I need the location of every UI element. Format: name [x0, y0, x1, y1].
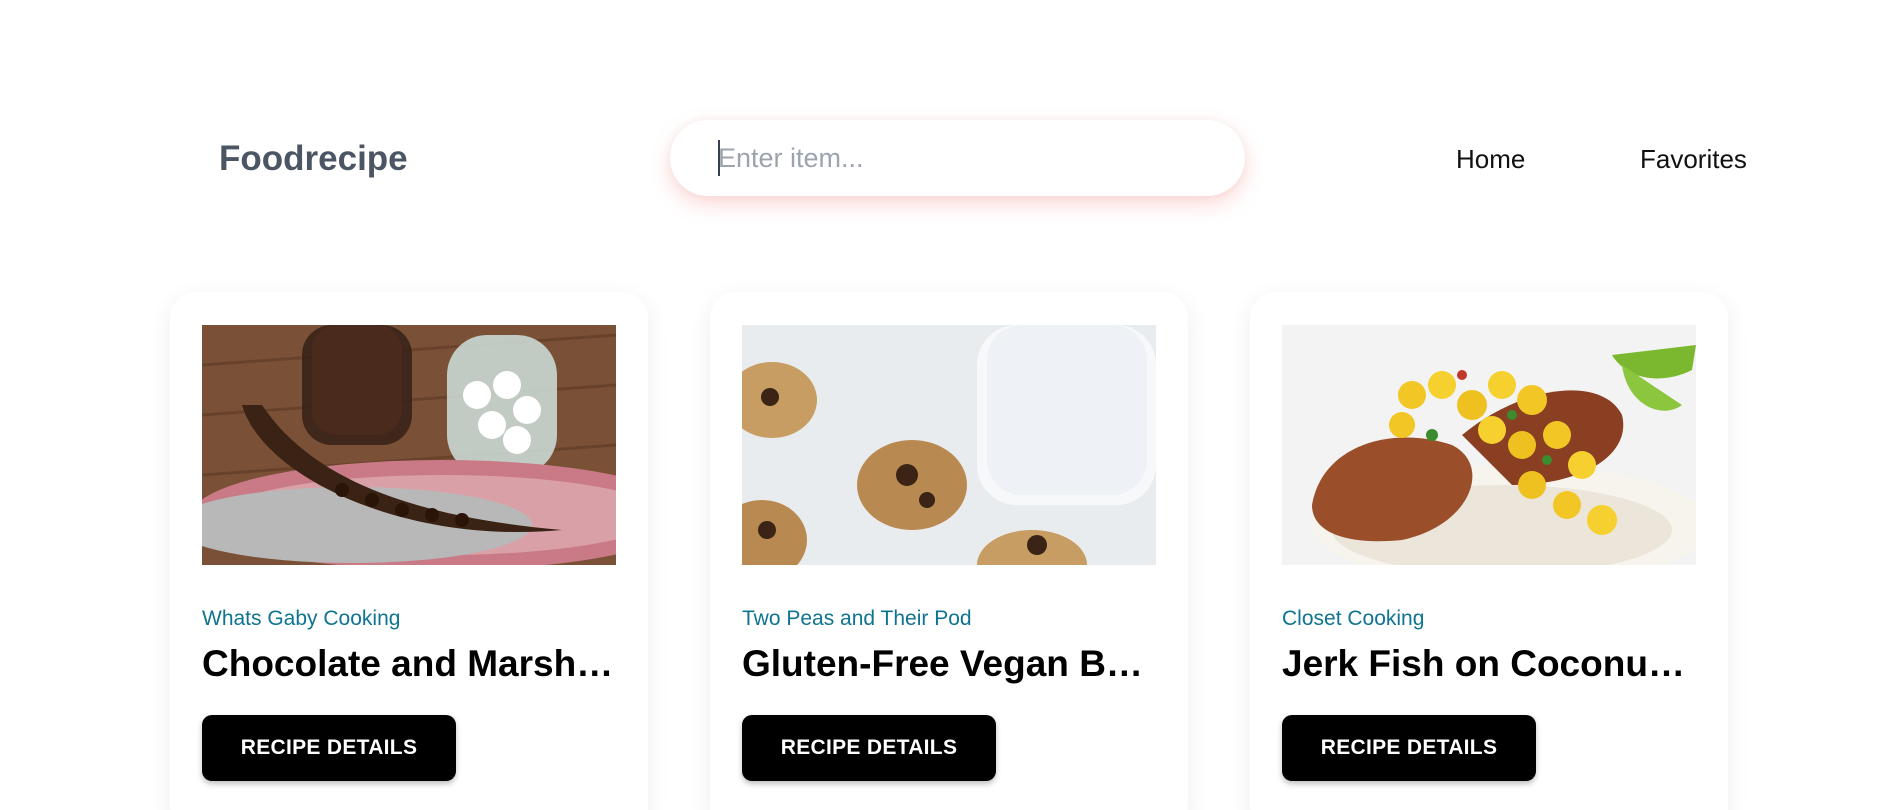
recipe-publisher: Whats Gaby Cooking	[202, 607, 401, 630]
text-cursor	[718, 140, 720, 176]
recipe-card: Two Peas and Their Pod Gluten-Free Vegan…	[710, 292, 1188, 810]
recipe-title: Chocolate and Marshmallow Stuffed Banana…	[202, 643, 616, 684]
brand-logo[interactable]: Foodrecipe	[219, 137, 408, 181]
page: Foodrecipe Home Favorites	[0, 0, 1888, 810]
recipe-image	[1282, 325, 1696, 565]
search-input[interactable]	[718, 138, 1245, 178]
recipe-card: Whats Gaby Cooking Chocolate and Marshma…	[170, 292, 648, 810]
nav-home-link[interactable]: Home	[1456, 141, 1525, 177]
nav-favorites-link[interactable]: Favorites	[1640, 141, 1747, 177]
recipe-image	[202, 325, 616, 565]
recipe-details-button[interactable]: RECIPE DETAILS	[1282, 715, 1536, 781]
recipe-publisher: Two Peas and Their Pod	[742, 607, 972, 630]
recipe-title: Gluten-Free Vegan Banana Oatmeal Cookies	[742, 643, 1156, 684]
recipe-card: Closet Cooking Jerk Fish on Coconut Rice…	[1250, 292, 1728, 810]
recipe-publisher: Closet Cooking	[1282, 607, 1425, 630]
recipe-title: Jerk Fish on Coconut Rice with Pineapple…	[1282, 643, 1696, 684]
recipe-details-button[interactable]: RECIPE DETAILS	[742, 715, 996, 781]
recipe-image	[742, 325, 1156, 565]
search-bar[interactable]	[670, 120, 1245, 196]
recipe-details-button[interactable]: RECIPE DETAILS	[202, 715, 456, 781]
